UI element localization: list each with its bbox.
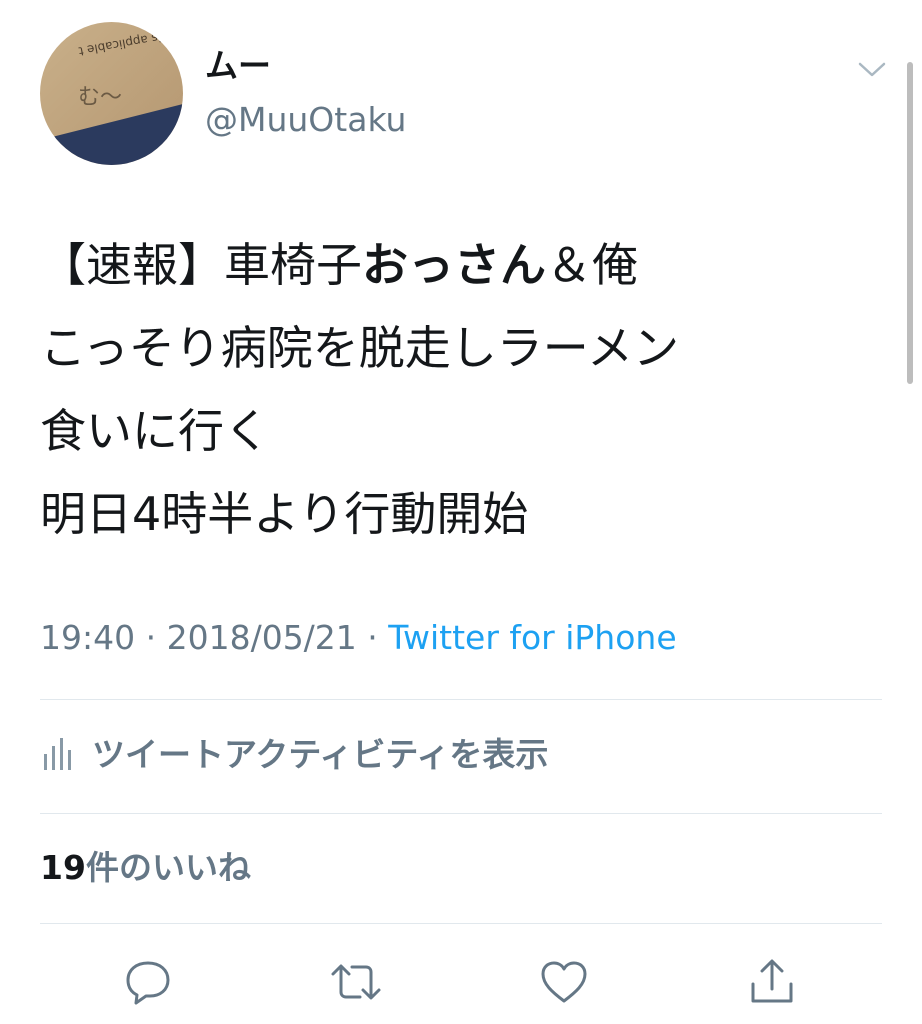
chevron-down-icon[interactable] <box>856 56 888 82</box>
likes-count-link[interactable]: 19件のいいね <box>40 844 251 892</box>
tweet-source-link[interactable]: Twitter for iPhone <box>388 618 676 657</box>
meta-separator: · <box>135 618 167 657</box>
user-handle[interactable]: @MuuOtaku <box>205 100 406 140</box>
tweet-text: 【速報】車椅子おっさん＆俺 こっそり病院を脱走しラーメン 食いに行く 明日4時半… <box>40 224 900 556</box>
tweet-detail-screen: is applicable t む〜 ムー @MuuOtaku 【速報】車椅子お… <box>0 0 922 1024</box>
reply-icon <box>126 961 170 1005</box>
divider <box>40 923 882 924</box>
tweet-meta: 19:40 · 2018/05/21 · Twitter for iPhone <box>40 614 677 662</box>
tweet-line-suffix: ＆俺 <box>546 238 638 292</box>
likes-count: 19 <box>40 848 86 887</box>
tweet-date: 2018/05/21 <box>166 618 357 657</box>
divider <box>40 699 882 700</box>
meta-separator: · <box>356 618 389 657</box>
likes-label: 件のいいね <box>85 848 251 887</box>
display-name[interactable]: ムー <box>205 46 271 86</box>
tweet-line: こっそり病院を脱走しラーメン <box>40 321 679 375</box>
avatar-handwriting: む〜 <box>78 85 122 110</box>
scrollbar[interactable] <box>907 62 913 384</box>
divider <box>40 813 882 814</box>
tweet-line: 【速報】車椅子おっさん＆俺 <box>40 224 900 307</box>
tweet-time: 19:40 <box>40 618 136 657</box>
tweet-activity-button[interactable]: ツイートアクティビティを表示 <box>40 722 548 782</box>
heart-icon <box>541 961 587 1003</box>
tweet-activity-label: ツイートアクティビティを表示 <box>92 735 549 774</box>
retweet-icon <box>331 964 381 1000</box>
like-button[interactable] <box>538 956 590 1008</box>
tweet-line: 明日4時半より行動開始 <box>40 487 529 541</box>
share-button[interactable] <box>746 956 798 1008</box>
reply-button[interactable] <box>122 956 174 1008</box>
bar-chart-icon <box>44 738 71 770</box>
avatar[interactable]: is applicable t む〜 <box>40 22 183 165</box>
tweet-line: 食いに行く <box>40 404 270 458</box>
share-icon <box>751 959 793 1003</box>
tweet-line-bold: おっさん <box>362 238 546 292</box>
retweet-button[interactable] <box>330 956 382 1008</box>
avatar-image: is applicable t む〜 <box>40 22 183 165</box>
tweet-line-prefix: 【速報】車椅子 <box>40 238 362 292</box>
